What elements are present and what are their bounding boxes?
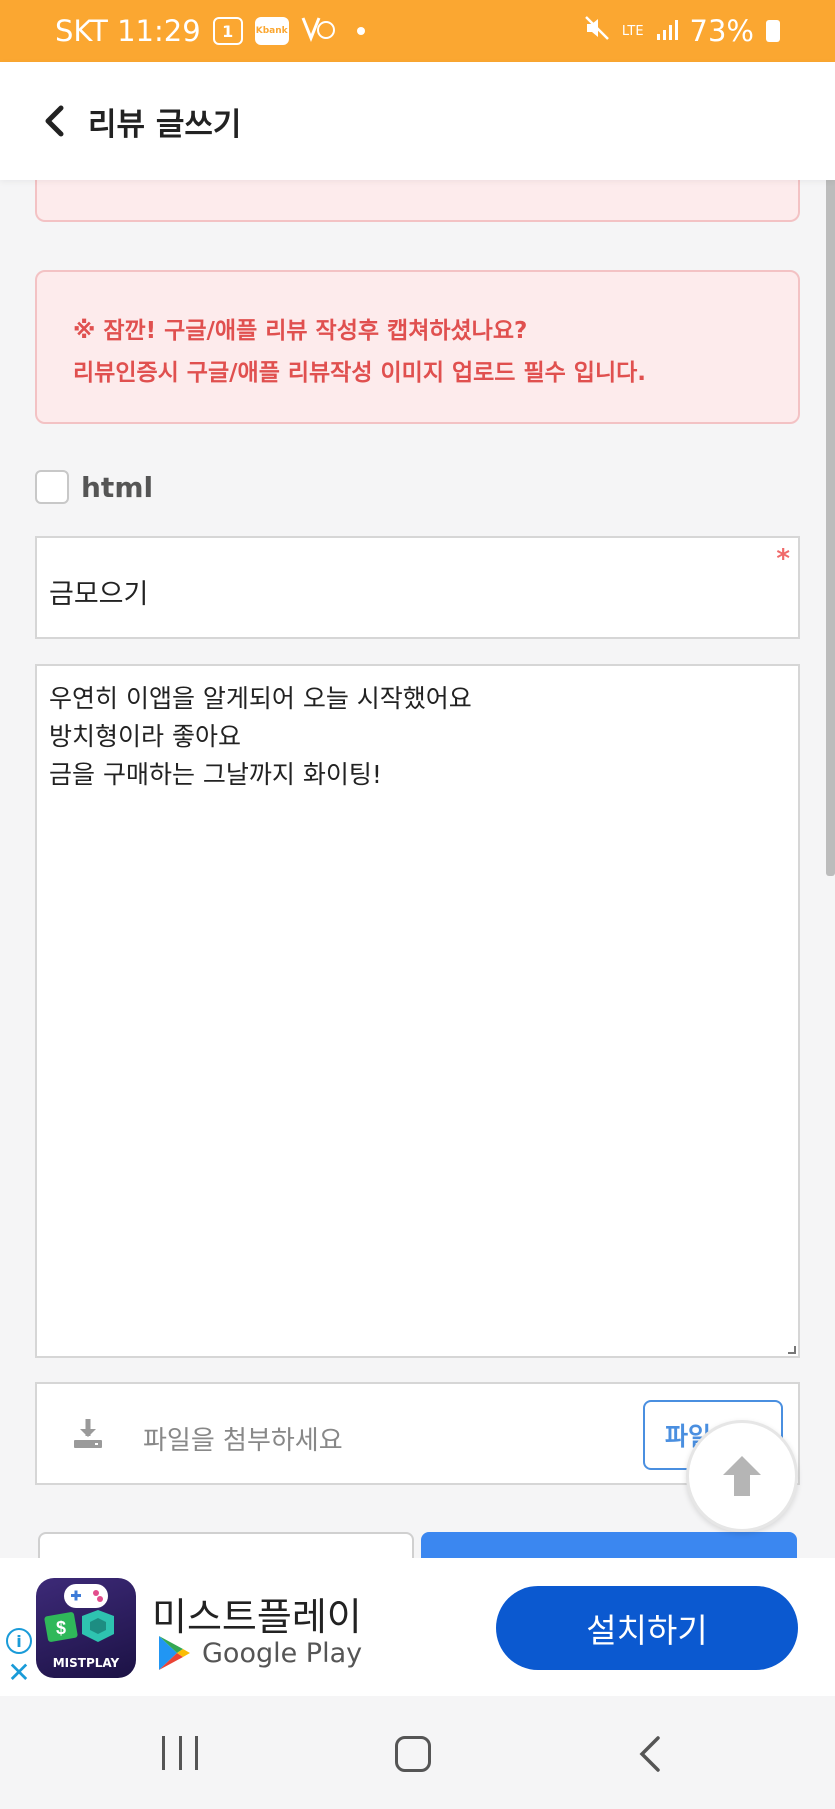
game-controller-icon: $ [44,1584,114,1642]
ad-store: Google Play [156,1634,362,1672]
content-line: 방치형이라 좋아요 [49,722,241,751]
status-bar: SKT 11:29 1 Kbank LTE 73% [0,0,835,62]
home-icon[interactable] [395,1736,431,1772]
review-notice: ※ 잠깐! 구글/애플 리뷰 작성후 캡쳐하셨나요? 리뷰인증시 구글/애플 리… [35,270,800,424]
html-option[interactable]: html [35,470,153,504]
arrow-up-icon [723,1456,761,1496]
mute-icon [584,14,610,48]
kbank-icon: Kbank [254,17,289,45]
ad-banner[interactable]: i ✕ $ MISTPLAY 미스트플레이 Google Play 설치하기 [0,1558,835,1696]
network-type: LTE [621,23,644,39]
install-button[interactable]: 설치하기 [496,1586,798,1670]
back-button[interactable] [34,101,74,141]
subject-field[interactable]: 금모으기 * [35,536,800,639]
required-mark-icon: * [776,544,790,574]
file-placeholder: 파일을 첨부하세요 [143,1426,343,1456]
system-nav-bar [0,1696,835,1809]
html-label: html [81,470,154,504]
google-play-icon [159,1636,190,1670]
resize-handle-icon[interactable] [788,1346,796,1354]
content-textarea[interactable]: 우연히 이앱을 알게되어 오늘 시작했어요 방치형이라 좋아요 금을 구매하는 … [35,664,800,1358]
content-line: 우연히 이앱을 알게되어 오늘 시작했어요 [49,684,472,713]
status-time: SKT 11:29 [55,14,201,48]
mistplay-logo[interactable]: $ MISTPLAY [36,1578,136,1678]
more-notifications-icon [356,27,365,35]
svg-text:$: $ [56,1618,66,1638]
recents-icon[interactable] [162,1736,198,1770]
ad-close-icon[interactable]: ✕ [6,1659,32,1687]
page-header: 리뷰 글쓰기 [0,62,835,180]
download-icon [74,1419,102,1448]
html-checkbox[interactable] [35,470,69,504]
chevron-left-icon [45,105,64,137]
notice-line-1: ※ 잠깐! 구글/애플 리뷰 작성후 캡쳐하셨나요? [73,318,528,344]
page-title: 리뷰 글쓰기 [88,106,242,143]
file-attach-field[interactable]: 파일을 첨부하세요 파일 [35,1382,800,1485]
ad-info-icon[interactable]: i [6,1628,32,1654]
page-scrollbar[interactable] [826,146,835,876]
content-line: 금을 구매하는 그날까지 화이팅! [49,760,382,789]
wallet-notification-icon [301,14,335,49]
ad-title[interactable]: 미스트플레이 [152,1586,362,1641]
nav-back-icon[interactable] [636,1736,662,1772]
scroll-top-button[interactable] [686,1420,798,1532]
signal-icon [656,14,678,48]
notice-line-2: 리뷰인증시 구글/애플 리뷰작성 이미지 업로드 필수 입니다. [73,360,647,386]
battery-icon [766,20,780,42]
notification-badge-icon: 1 [212,17,243,45]
ad-logo-text: MISTPLAY [52,1656,120,1670]
battery-percent: 73% [689,14,754,48]
ad-store-label: Google Play [202,1637,363,1669]
subject-value: 금모으기 [49,579,149,610]
